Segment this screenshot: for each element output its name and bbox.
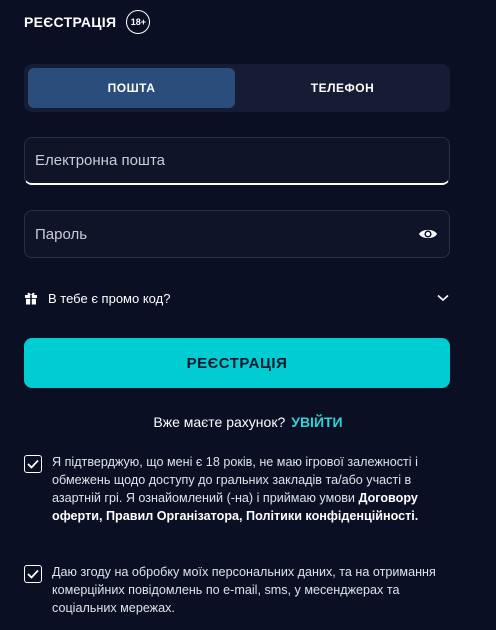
eye-icon[interactable]: [417, 223, 439, 245]
register-button[interactable]: РЕЄСТРАЦІЯ: [24, 338, 450, 388]
registration-page: РЕЄСТРАЦІЯ 18+ ПОШТА ТЕЛЕФОН Електронна …: [0, 0, 496, 630]
password-input[interactable]: [35, 225, 417, 243]
checkmark-icon: [27, 459, 39, 469]
age-restriction-badge: 18+: [126, 10, 151, 34]
header: РЕЄСТРАЦІЯ 18+: [24, 10, 151, 34]
consent-age-terms: Я підтверджую, що мені є 18 років, не ма…: [24, 453, 450, 525]
email-field-container: [24, 137, 450, 185]
password-field-container: [24, 210, 450, 258]
tab-phone[interactable]: ТЕЛЕФОН: [239, 68, 446, 108]
registration-method-tabs: ПОШТА ТЕЛЕФОН: [24, 64, 450, 112]
promo-code-label: В тебе є промо код?: [48, 290, 171, 306]
page-title: РЕЄСТРАЦІЯ: [24, 14, 117, 30]
gift-icon: [24, 290, 40, 306]
login-prompt-row: Вже маєте рахунок? УВІЙТИ: [0, 414, 496, 430]
checkmark-icon: [27, 569, 39, 579]
consent-personal-data: Даю згоду на обробку моїх персональних д…: [24, 563, 450, 617]
login-prompt-text: Вже маєте рахунок?: [153, 414, 286, 430]
email-input[interactable]: [35, 152, 439, 169]
login-link[interactable]: УВІЙТИ: [291, 414, 342, 430]
promo-code-toggle[interactable]: В тебе є промо код?: [24, 286, 450, 310]
consent-age-terms-checkbox[interactable]: [24, 455, 42, 473]
consent-personal-data-text: Даю згоду на обробку моїх персональних д…: [52, 565, 436, 615]
tab-email[interactable]: ПОШТА: [28, 68, 235, 108]
consent-personal-data-checkbox[interactable]: [24, 565, 42, 583]
chevron-down-icon[interactable]: [436, 291, 450, 305]
consent-age-terms-text: Я підтверджую, що мені є 18 років, не ма…: [52, 453, 450, 525]
